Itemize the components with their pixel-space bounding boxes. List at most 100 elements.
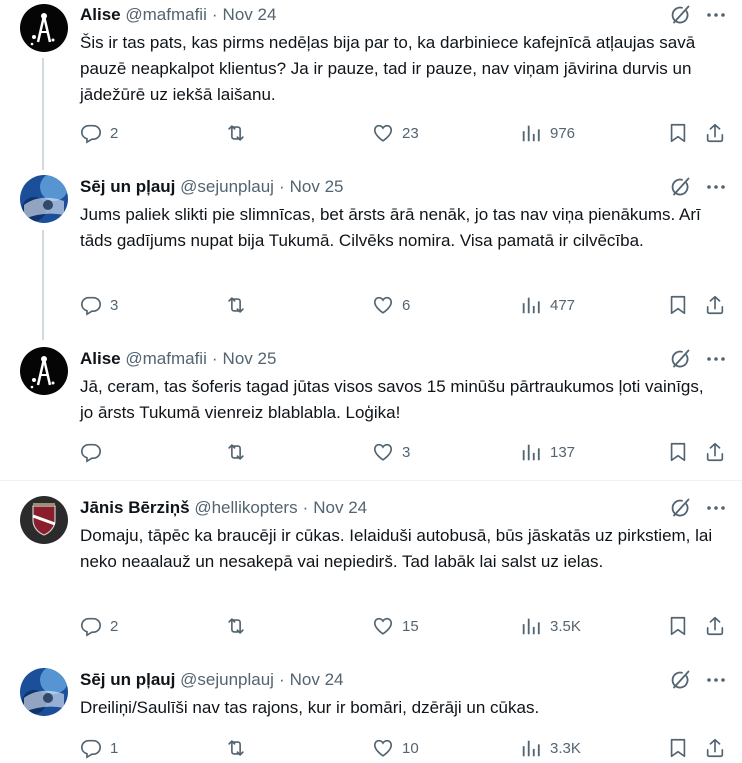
retweet-button[interactable] [225,614,255,638]
author-name[interactable]: Alise [80,349,121,368]
tweet[interactable]: Alise @mafmafii · Nov 25 Jā, ceram, tas šo… [0,344,742,470]
separator-dot: · [278,177,285,196]
author-handle[interactable]: @hellikopters [194,498,297,517]
view-count: 976 [550,124,576,142]
avatar[interactable] [20,4,68,52]
author-handle[interactable]: @mafmafii [125,5,207,24]
retweet-icon [225,737,247,759]
avatar[interactable] [20,668,68,716]
more-icon[interactable] [704,175,728,199]
like-button[interactable]: 15 [372,614,419,638]
reply-count: 2 [110,124,119,142]
like-button[interactable]: 10 [372,736,419,760]
reply-button[interactable] [80,440,110,464]
like-button[interactable]: 23 [372,121,419,145]
reply-icon [80,441,102,463]
reply-icon [80,294,102,316]
reply-icon [80,122,102,144]
tweet[interactable]: Sēj un pļauj @sejunplauj · Nov 24 Dreiliņi… [0,665,742,763]
tweet-text: Jums paliek slikti pie slimnīcas, bet ār… [80,205,701,250]
reply-button[interactable]: 1 [80,736,118,760]
view-count: 137 [550,443,576,461]
grok-icon[interactable] [668,668,692,692]
share-button[interactable] [704,293,726,317]
avatar[interactable] [20,175,68,223]
heart-icon [372,615,394,637]
reply-button[interactable]: 3 [80,293,118,317]
separator-dot: · [211,349,218,368]
views-button[interactable]: 976 [520,121,575,145]
author-handle[interactable]: @sejunplauj [180,670,274,689]
author-handle[interactable]: @sejunplauj [180,177,274,196]
bookmark-button[interactable] [667,614,689,638]
avatar[interactable] [20,347,68,395]
bookmark-button[interactable] [667,293,689,317]
more-icon[interactable] [704,347,728,371]
tweet-header: Jānis Bērziņš @hellikopters · Nov 24 [80,498,367,518]
heart-icon [372,737,394,759]
bookmark-icon [667,441,689,463]
avatar[interactable] [20,496,68,544]
author-handle[interactable]: @mafmafii [125,349,207,368]
author-name[interactable]: Sēj un pļauj [80,670,175,689]
bar-chart-icon [520,737,542,759]
share-button[interactable] [704,736,726,760]
share-icon [704,737,726,759]
retweet-icon [225,441,247,463]
reply-icon [80,615,102,637]
grok-icon[interactable] [668,496,692,520]
tweet[interactable]: Jānis Bērziņš @hellikopters · Nov 24 Domaj… [0,493,742,653]
like-button[interactable]: 3 [372,440,410,464]
retweet-button[interactable] [225,121,255,145]
action-bar: 3 6 477 [80,293,728,317]
grok-icon[interactable] [668,3,692,27]
tweet-date[interactable]: Nov 25 [223,349,277,368]
tweet-date[interactable]: Nov 25 [290,177,344,196]
heart-icon [372,294,394,316]
author-name[interactable]: Sēj un pļauj [80,177,175,196]
more-icon[interactable] [704,496,728,520]
author-name[interactable]: Alise [80,5,121,24]
reply-button[interactable]: 2 [80,121,118,145]
views-button[interactable]: 3.3K [520,736,581,760]
like-button[interactable]: 6 [372,293,410,317]
heart-icon [372,122,394,144]
views-button[interactable]: 3.5K [520,614,581,638]
tweet-header: Alise @mafmafii · Nov 24 [80,5,276,25]
action-bar: 1 10 3.3K [80,736,728,760]
reply-count: 3 [110,296,119,314]
grok-icon[interactable] [668,175,692,199]
retweet-button[interactable] [225,293,255,317]
tweet-date[interactable]: Nov 24 [223,5,277,24]
reply-icon [80,737,102,759]
share-icon [704,441,726,463]
retweet-button[interactable] [225,440,255,464]
bookmark-button[interactable] [667,121,689,145]
tweet[interactable]: Sēj un pļauj @sejunplauj · Nov 25 Jums pal… [0,172,742,344]
bookmark-button[interactable] [667,440,689,464]
reply-button[interactable]: 2 [80,614,118,638]
bookmark-icon [667,294,689,316]
share-button[interactable] [704,440,726,464]
more-icon[interactable] [704,3,728,27]
author-name[interactable]: Jānis Bērziņš [80,498,190,517]
bookmark-icon [667,615,689,637]
bookmark-button[interactable] [667,736,689,760]
retweet-button[interactable] [225,736,255,760]
reply-count: 1 [110,739,119,757]
tweet-date[interactable]: Nov 24 [290,670,344,689]
views-button[interactable]: 477 [520,293,575,317]
bar-chart-icon [520,294,542,316]
heart-icon [372,441,394,463]
bar-chart-icon [520,615,542,637]
tweet-date[interactable]: Nov 24 [313,498,367,517]
action-bar: 3 137 [80,440,728,464]
more-icon[interactable] [704,668,728,692]
share-button[interactable] [704,121,726,145]
grok-icon[interactable] [668,347,692,371]
share-icon [704,122,726,144]
share-button[interactable] [704,614,726,638]
retweet-icon [225,294,247,316]
tweet[interactable]: Alise @mafmafii · Nov 24 Šis ir tas pats, … [0,0,742,170]
views-button[interactable]: 137 [520,440,575,464]
